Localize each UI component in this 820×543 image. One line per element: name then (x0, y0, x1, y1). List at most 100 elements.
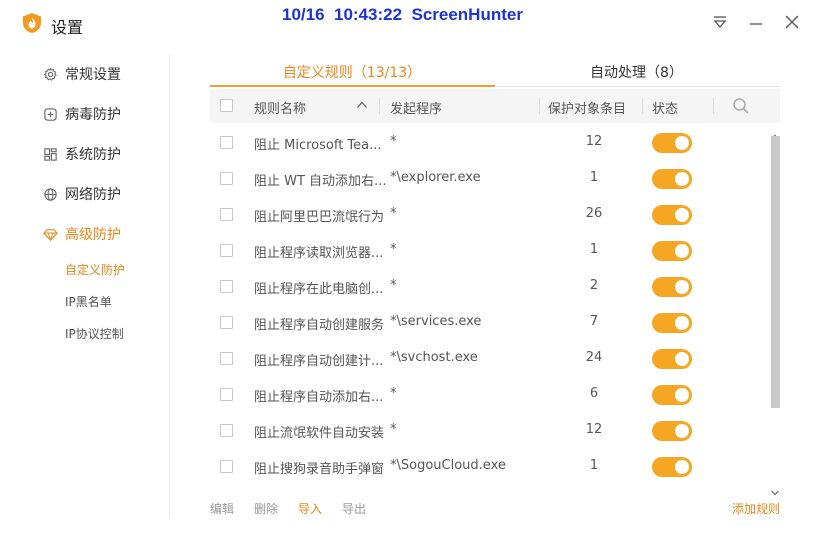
table-row[interactable]: 阻止程序自动创建计... *\svchost.exe 24 (210, 341, 770, 377)
table-row[interactable]: 阻止 Microsoft Tea... * 12 (210, 125, 770, 161)
scroll-down-icon[interactable] (770, 482, 780, 496)
scroll-up-icon[interactable] (770, 126, 780, 140)
sidebar-item-label: 高级防护 (65, 227, 121, 243)
sidebar-item-label: 网络防护 (65, 187, 121, 203)
rule-name: 阻止程序自动添加右... (254, 390, 384, 405)
import-button[interactable]: 导入 (298, 500, 322, 517)
sidebar-item-advanced-protection[interactable]: 高级防护 (42, 223, 121, 245)
row-checkbox[interactable] (220, 316, 233, 329)
row-checkbox[interactable] (220, 388, 233, 401)
plus-square-icon (42, 106, 58, 122)
sidebar-subitem-ip-blacklist[interactable]: IP黑名单 (65, 293, 112, 310)
export-button[interactable]: 导出 (342, 500, 366, 517)
rule-name: 阻止 WT 自动添加右... (254, 174, 387, 189)
rule-status-toggle[interactable] (652, 385, 692, 405)
sidebar-item-network-protection[interactable]: 网络防护 (42, 183, 121, 205)
tab-auto-process[interactable]: 自动处理（8） (494, 62, 779, 87)
row-checkbox[interactable] (220, 172, 233, 185)
row-checkbox[interactable] (220, 244, 233, 257)
rule-status-toggle[interactable] (652, 169, 692, 189)
sidebar-item-label: 常规设置 (65, 67, 121, 83)
rule-program: * (390, 422, 397, 437)
sidebar-subitem-ip-protocol-control[interactable]: IP协议控制 (65, 325, 124, 342)
row-checkbox[interactable] (220, 424, 233, 437)
rule-item-count: 1 (589, 458, 599, 473)
rule-status-toggle[interactable] (652, 277, 692, 297)
rule-status-toggle[interactable] (652, 313, 692, 333)
rule-program: * (390, 134, 397, 149)
rule-name: 阻止 Microsoft Tea... (254, 138, 382, 153)
row-checkbox[interactable] (220, 352, 233, 365)
table-row[interactable]: 阻止程序自动创建服务 *\services.exe 7 (210, 305, 770, 341)
rule-status-toggle[interactable] (652, 349, 692, 369)
table-row[interactable]: 阻止搜狗录音助手弹窗 *\SogouCloud.exe 1 (210, 449, 770, 485)
toggle-knob (675, 424, 689, 438)
table-row[interactable]: 阻止流氓软件自动安装 * 12 (210, 413, 770, 449)
rule-program: *\services.exe (390, 314, 482, 329)
toggle-knob (675, 172, 689, 186)
add-rule-button[interactable]: 添加规则 (732, 500, 780, 517)
rule-name: 阻止程序在此电脑创... (254, 282, 384, 297)
rule-program: * (390, 278, 397, 293)
delete-button[interactable]: 删除 (254, 500, 278, 517)
rule-status-toggle[interactable] (652, 205, 692, 225)
column-header-status: 状态 (652, 102, 679, 117)
minimize-icon[interactable] (747, 13, 765, 31)
window-title: 设置 (51, 18, 84, 37)
rule-program: *\explorer.exe (390, 170, 481, 185)
table-header: 规则名称 发起程序 保护对象条目 状态 (210, 89, 780, 123)
tab-custom-rules[interactable]: 自定义规则（13/13） (210, 62, 494, 87)
diamond-icon (42, 226, 58, 242)
rule-status-toggle[interactable] (652, 133, 692, 153)
active-tab-indicator (210, 85, 495, 87)
rule-name: 阻止程序读取浏览器... (254, 246, 384, 261)
close-icon[interactable] (783, 13, 801, 31)
row-checkbox[interactable] (220, 208, 233, 221)
row-checkbox[interactable] (220, 280, 233, 293)
column-separator (539, 98, 540, 114)
sidebar-item-virus-protection[interactable]: 病毒防护 (42, 103, 121, 125)
dropdown-menu-icon[interactable] (711, 13, 729, 31)
column-header-protected-items: 保护对象条目 (548, 102, 627, 117)
column-separator (713, 98, 714, 114)
rule-program: *\svchost.exe (390, 350, 478, 365)
grid-icon (42, 146, 58, 162)
toggle-knob (675, 244, 689, 258)
sort-ascending-icon[interactable] (356, 99, 368, 115)
sidebar-item-general-settings[interactable]: 常规设置 (42, 63, 121, 85)
rule-item-count: 24 (585, 350, 603, 365)
toggle-knob (675, 352, 689, 366)
rule-name: 阻止程序自动创建计... (254, 354, 384, 369)
sidebar-item-system-protection[interactable]: 系统防护 (42, 143, 121, 165)
rule-program: * (390, 386, 397, 401)
search-icon[interactable] (732, 97, 750, 119)
row-checkbox[interactable] (220, 136, 233, 149)
select-all-checkbox[interactable] (220, 99, 233, 112)
toggle-knob (675, 460, 689, 474)
table-row[interactable]: 阻止 WT 自动添加右... *\explorer.exe 1 (210, 161, 770, 197)
sidebar-subitem-custom-protection[interactable]: 自定义防护 (65, 261, 125, 278)
scrollbar-thumb[interactable] (771, 136, 780, 408)
table-row[interactable]: 阻止程序自动添加右... * 6 (210, 377, 770, 413)
sidebar-item-label: 系统防护 (65, 147, 121, 163)
rule-status-toggle[interactable] (652, 241, 692, 261)
rule-status-toggle[interactable] (652, 421, 692, 441)
rule-item-count: 6 (589, 386, 599, 401)
gear-icon (42, 66, 58, 82)
rule-item-count: 2 (589, 278, 599, 293)
column-separator (379, 98, 380, 114)
rule-status-toggle[interactable] (652, 457, 692, 477)
rule-item-count: 1 (589, 170, 599, 185)
column-header-rule-name[interactable]: 规则名称 (254, 98, 306, 117)
toggle-knob (675, 316, 689, 330)
title-bar: 设置 10/16 10:43:22 ScreenHunter (0, 0, 820, 46)
rule-item-count: 12 (585, 134, 603, 149)
table-row[interactable]: 阻止阿里巴巴流氓行为 * 26 (210, 197, 770, 233)
edit-button[interactable]: 编辑 (210, 500, 234, 517)
rule-program: * (390, 242, 397, 257)
table-row[interactable]: 阻止程序读取浏览器... * 1 (210, 233, 770, 269)
screenhunter-timestamp: 10/16 10:43:22 ScreenHunter (282, 5, 523, 24)
table-row[interactable]: 阻止程序在此电脑创... * 2 (210, 269, 770, 305)
rule-item-count: 12 (585, 422, 603, 437)
row-checkbox[interactable] (220, 460, 233, 473)
